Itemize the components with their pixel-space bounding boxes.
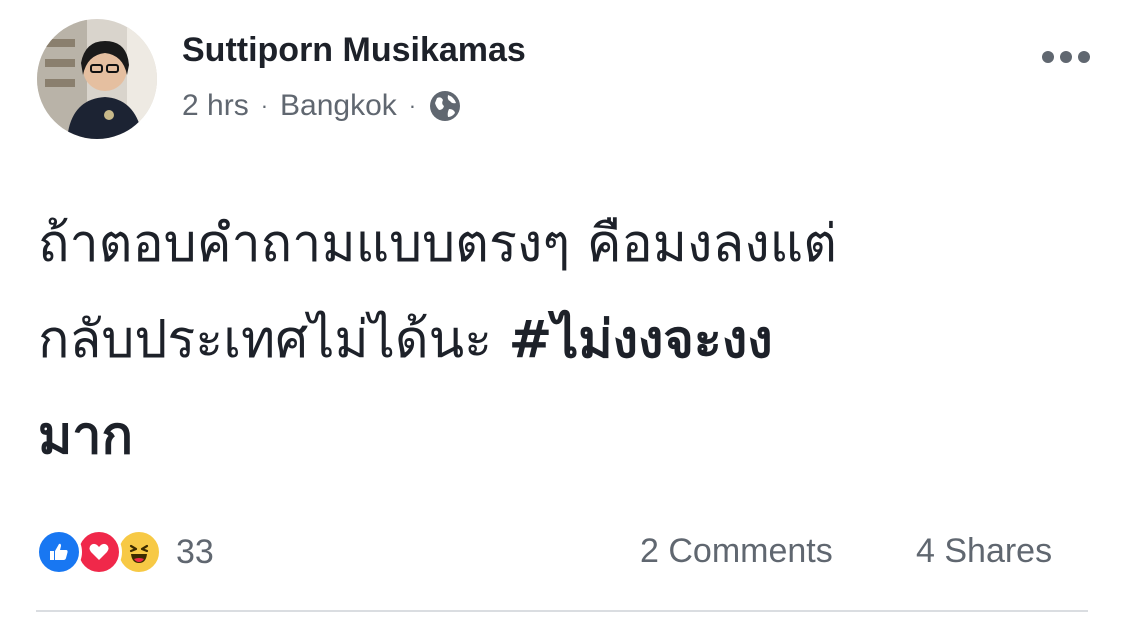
post-location[interactable]: Bangkok [280, 89, 397, 123]
more-dot [1042, 51, 1054, 63]
hashtag-link[interactable]: #ไม่งงจะงง [509, 310, 773, 370]
author-name[interactable]: Suttiporn Musikamas [182, 30, 526, 70]
comments-count-link[interactable]: 2 Comments [640, 530, 833, 572]
reactions-summary[interactable]: 33 [36, 528, 214, 576]
like-icon [36, 529, 82, 575]
hashtag-link-continuation[interactable]: มาก [38, 406, 133, 466]
more-dot [1060, 51, 1072, 63]
more-dot [1078, 51, 1090, 63]
post-text-line: มาก [38, 388, 1098, 484]
love-icon [76, 529, 122, 575]
more-options-button[interactable] [1036, 42, 1096, 72]
reaction-count: 33 [176, 532, 214, 571]
avatar-photo [37, 19, 157, 139]
post-meta: 2 hrs · Bangkok · [182, 86, 462, 126]
meta-separator: · [260, 93, 269, 118]
shares-count-link[interactable]: 4 Shares [916, 530, 1052, 572]
globe-icon[interactable] [428, 89, 462, 123]
haha-icon [116, 529, 162, 575]
post-text-line: กลับประเทศไม่ได้นะ #ไม่งงจะงง [38, 292, 1098, 388]
post-text-line: ถ้าตอบคำถามแบบตรงๆ คือมงลงแต่ [38, 214, 837, 274]
post-timestamp[interactable]: 2 hrs [182, 89, 249, 123]
footer-divider [36, 610, 1088, 612]
meta-separator: · [408, 93, 417, 118]
post-text-segment: กลับประเทศไม่ได้นะ [38, 310, 509, 370]
post-text: ถ้าตอบคำถามแบบตรงๆ คือมงลงแต่ กลับประเทศ… [38, 196, 1098, 484]
author-avatar[interactable] [37, 19, 157, 139]
